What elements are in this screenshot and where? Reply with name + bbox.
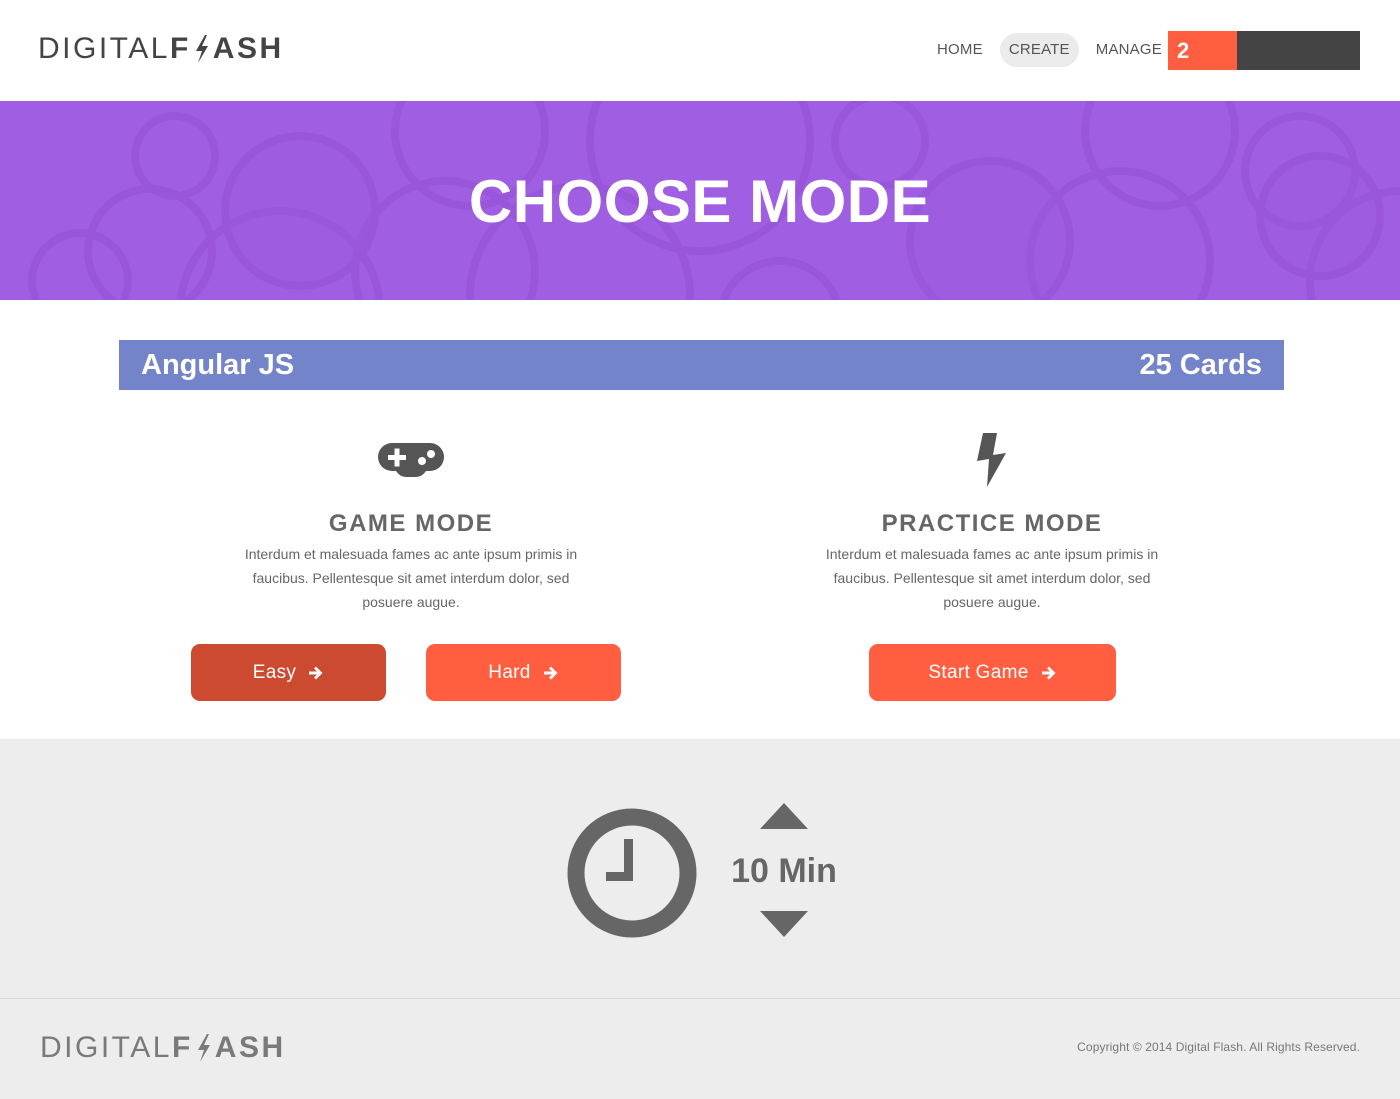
site-footer: DIGITAL F ASH Copyright © 2014 Digital F…	[0, 998, 1400, 1099]
footer-logo[interactable]: DIGITAL F ASH	[40, 1031, 286, 1065]
footer-logo-letter-f: F	[171, 1031, 193, 1064]
game-mode-section: GAME MODE Interdum et malesuada fames ac…	[201, 420, 621, 614]
hard-button-label: Hard	[488, 661, 531, 683]
arrow-right-icon	[543, 666, 558, 679]
deck-name: Angular JS	[141, 349, 295, 381]
timer-panel: 10 Min	[0, 739, 1400, 998]
start-game-button-label: Start Game	[928, 661, 1029, 683]
lightning-icon	[977, 433, 1006, 487]
clock-icon	[567, 808, 697, 938]
practice-mode-section: PRACTICE MODE Interdum et malesuada fame…	[782, 420, 1202, 614]
logo-letters-ash: ASH	[212, 32, 284, 65]
main-nav: HOME CREATE MANAGE	[928, 33, 1171, 67]
site-logo[interactable]: DIGITAL F ASH	[38, 32, 284, 66]
deck-card-count: 25 Cards	[1139, 349, 1262, 381]
counter-badge: 2	[1168, 31, 1237, 70]
hard-button[interactable]: Hard	[426, 644, 621, 701]
footer-logo-letters-ash: ASH	[214, 1031, 286, 1064]
timer-value: 10 Min	[731, 852, 837, 890]
game-mode-description: Interdum et malesuada fames ac ante ipsu…	[244, 546, 578, 610]
logo-text-light: DIGITAL	[38, 32, 170, 65]
practice-mode-description: Interdum et malesuada fames ac ante ipsu…	[825, 546, 1159, 610]
practice-mode-title: PRACTICE MODE	[881, 510, 1103, 537]
nav-create[interactable]: CREATE	[999, 33, 1079, 67]
site-header: DIGITAL F ASH HOME CREATE MANAGE 2	[0, 0, 1400, 101]
counter-panel	[1237, 31, 1360, 70]
game-mode-icon-wrap	[201, 420, 621, 500]
decrease-time-button[interactable]	[759, 910, 809, 938]
easy-button[interactable]: Easy	[191, 644, 386, 701]
increase-time-button[interactable]	[759, 802, 809, 830]
page-title: CHOOSE MODE	[468, 168, 932, 235]
practice-mode-icon-wrap	[782, 420, 1202, 500]
arrow-right-icon	[309, 666, 323, 679]
copyright-text: Copyright © 2014 Digital Flash. All Righ…	[1077, 1040, 1360, 1054]
deck-header-bar: Angular JS 25 Cards	[119, 340, 1284, 390]
arrow-right-icon	[1041, 666, 1056, 679]
logo-text-bold: F ASH	[170, 32, 284, 66]
logo-letter-f: F	[169, 32, 191, 65]
start-game-button[interactable]: Start Game	[869, 644, 1116, 701]
footer-logo-text-light: DIGITAL	[40, 1031, 172, 1064]
footer-logo-bolt-icon	[197, 1034, 210, 1062]
hero-banner: CHOOSE MODE	[0, 101, 1400, 300]
nav-home[interactable]: HOME	[928, 33, 992, 67]
game-mode-title: GAME MODE	[328, 510, 494, 537]
gamepad-icon	[378, 443, 444, 477]
easy-button-label: Easy	[252, 661, 297, 683]
logo-bolt-icon	[195, 35, 208, 63]
footer-logo-text-bold: F ASH	[172, 1031, 286, 1065]
nav-manage[interactable]: MANAGE	[1087, 33, 1171, 67]
user-counter-widget[interactable]: 2	[1168, 31, 1360, 70]
